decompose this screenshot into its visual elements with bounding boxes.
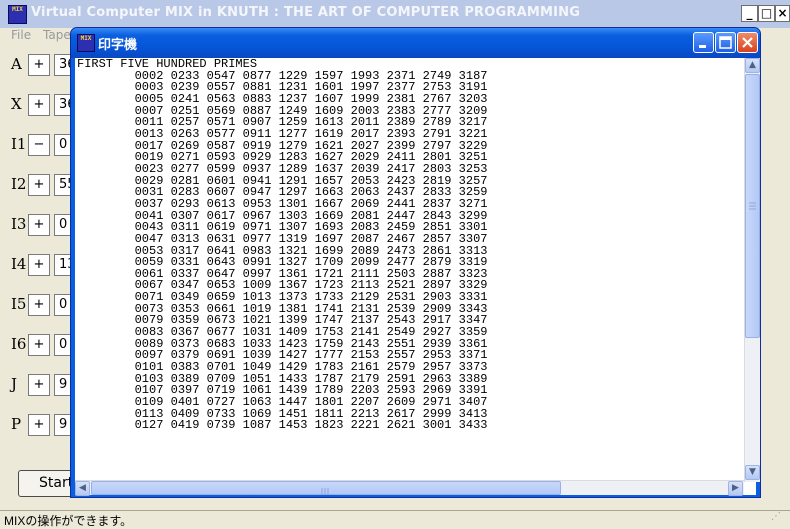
resize-grip-icon[interactable]: ⋰ bbox=[771, 511, 786, 525]
scroll-left-arrow-icon[interactable]: ◀ bbox=[75, 481, 90, 496]
printer-maximize-button[interactable] bbox=[715, 32, 736, 53]
register-sign-field[interactable]: − bbox=[28, 134, 50, 156]
horizontal-scrollbar[interactable]: ◀ ▶ bbox=[75, 480, 744, 496]
register-sign-field[interactable]: + bbox=[28, 334, 50, 356]
menu-tape[interactable]: Tape bbox=[43, 28, 71, 42]
mix-app-icon: MIX bbox=[8, 5, 27, 24]
register-label: I3 bbox=[11, 215, 27, 233]
maximize-button[interactable]: □ bbox=[758, 5, 775, 22]
register-label: I6 bbox=[11, 335, 27, 353]
grip-icon bbox=[749, 202, 756, 210]
register-label: A bbox=[11, 55, 22, 73]
printer-output-text: FIRST FIVE HUNDRED PRIMES 0002 0233 0547… bbox=[77, 59, 745, 476]
mix-app-icon: MIX bbox=[77, 34, 95, 52]
vertical-scroll-thumb[interactable] bbox=[745, 74, 760, 338]
printer-close-button[interactable] bbox=[737, 32, 758, 53]
printer-window-title-bar[interactable]: MIX 印字機 bbox=[71, 28, 760, 58]
register-sign-field[interactable]: + bbox=[28, 54, 50, 76]
close-button[interactable]: × bbox=[775, 5, 790, 22]
minimize-button[interactable]: _ bbox=[741, 5, 758, 22]
menu-file[interactable]: File bbox=[11, 28, 31, 42]
register-label: J bbox=[11, 375, 18, 393]
register-label: I4 bbox=[11, 255, 27, 273]
register-label: I5 bbox=[11, 295, 27, 313]
status-bar: MIXの操作ができます。 bbox=[0, 510, 790, 528]
vertical-scrollbar[interactable]: ▲ ▼ bbox=[744, 58, 760, 482]
status-text: MIXの操作ができます。 bbox=[4, 514, 133, 528]
register-label: X bbox=[11, 95, 22, 113]
register-label: I1 bbox=[11, 135, 27, 153]
printer-minimize-button[interactable] bbox=[693, 32, 714, 53]
register-sign-field[interactable]: + bbox=[28, 214, 50, 236]
main-window-title: Virtual Computer MIX in KNUTH : THE ART … bbox=[31, 5, 581, 20]
scroll-right-arrow-icon[interactable]: ▶ bbox=[728, 481, 743, 496]
register-sign-field[interactable]: + bbox=[28, 254, 50, 276]
printer-output-area[interactable]: FIRST FIVE HUNDRED PRIMES 0002 0233 0547… bbox=[75, 58, 760, 496]
grip-icon bbox=[321, 488, 329, 495]
main-title-bar[interactable]: MIX Virtual Computer MIX in KNUTH : THE … bbox=[0, 0, 790, 28]
horizontal-scroll-thumb[interactable] bbox=[91, 481, 561, 495]
output-line: 0127 0419 0739 1087 1453 1823 2221 2621 … bbox=[134, 418, 488, 433]
maximize-icon bbox=[719, 36, 732, 49]
register-sign-field[interactable]: + bbox=[28, 294, 50, 316]
register-sign-field[interactable]: + bbox=[28, 174, 50, 196]
scroll-down-arrow-icon[interactable]: ▼ bbox=[745, 465, 760, 480]
register-sign-field[interactable]: + bbox=[28, 94, 50, 116]
close-icon bbox=[742, 37, 753, 48]
register-sign-field[interactable]: + bbox=[28, 414, 50, 436]
register-label: I2 bbox=[11, 175, 27, 193]
minimize-icon bbox=[699, 45, 706, 48]
register-sign-field[interactable]: + bbox=[28, 374, 50, 396]
register-label: P bbox=[11, 415, 22, 433]
scroll-up-arrow-icon[interactable]: ▲ bbox=[745, 58, 760, 73]
printer-window-title: 印字機 bbox=[98, 38, 138, 53]
printer-window: MIX 印字機 FIRST FIVE HUNDRED PRIMES 0002 0… bbox=[70, 27, 761, 498]
